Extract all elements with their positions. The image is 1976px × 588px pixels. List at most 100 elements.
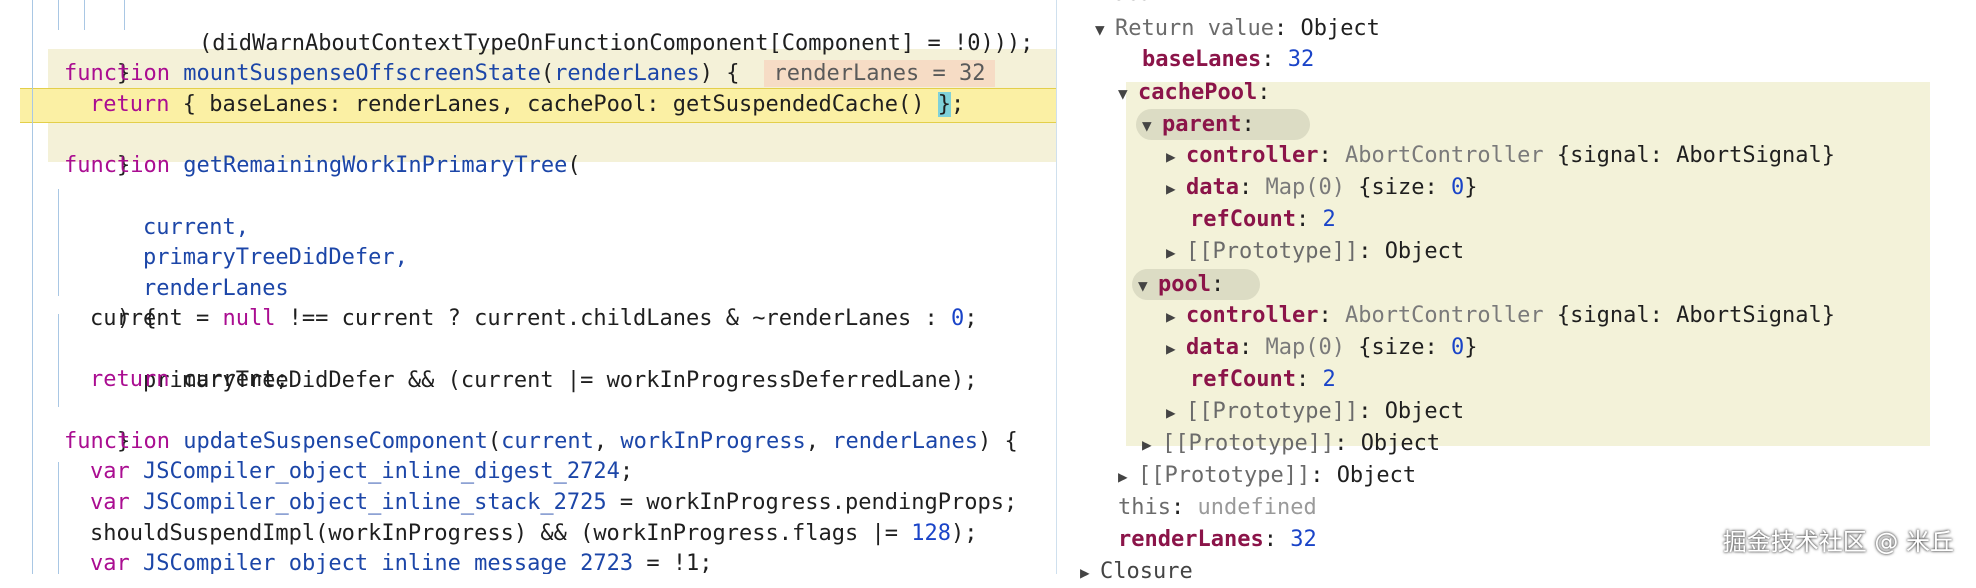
base-lanes-row[interactable]: baseLanes: 32 xyxy=(1142,44,1314,75)
parameter: renderLanes xyxy=(142,276,289,301)
scope-value: {size: xyxy=(1344,175,1451,200)
scope-key: [[Prototype]] xyxy=(1138,463,1311,488)
pool-row[interactable]: ▼ pool: xyxy=(1138,269,1224,300)
parent-row[interactable]: ▼ parent: xyxy=(1142,109,1255,140)
code-line-3[interactable]: function mountSuspenseOffscreenState(ren… xyxy=(64,58,996,89)
triangle-right-icon[interactable]: ▶ xyxy=(1118,461,1138,492)
triangle-down-icon[interactable]: ▼ xyxy=(1138,270,1158,301)
code-line-14[interactable]: } xyxy=(64,395,130,454)
code-text: current = xyxy=(90,306,223,331)
code-line-13[interactable]: return current; xyxy=(90,364,289,395)
code-line-1[interactable]: (didWarnAboutContextTypeOnFunctionCompon… xyxy=(146,0,1033,56)
triangle-right-icon[interactable]: ▶ xyxy=(1142,429,1162,460)
punctuation: ) { xyxy=(977,429,1018,454)
code-line-18[interactable]: shouldSuspendImpl(workInProgress) && (wo… xyxy=(90,518,977,549)
code-text: ; xyxy=(950,92,965,117)
punctuation: , xyxy=(805,429,833,454)
code-text: = workInProgress.pendingProps; xyxy=(606,490,1018,515)
triangle-right-icon[interactable]: ▶ xyxy=(1166,301,1186,332)
code-line-17[interactable]: var JSCompiler_object_inline_stack_2725 … xyxy=(90,487,1017,518)
render-lanes-row[interactable]: renderLanes: 32 xyxy=(1118,524,1317,555)
colon: : xyxy=(1318,143,1345,168)
return-prototype-row[interactable]: ▶ [[Prototype]]: Object xyxy=(1118,460,1416,491)
scope-value: Object xyxy=(1360,431,1441,456)
punctuation: ) { xyxy=(699,61,740,86)
code-line-10[interactable]: ) { xyxy=(64,272,157,331)
indent-guide xyxy=(58,0,59,30)
indent-guide xyxy=(58,462,59,574)
pool-controller-row[interactable]: ▶ controller: AbortController {signal: Ab… xyxy=(1166,300,1835,331)
variable-name: JSCompiler_object_inline_stack_2725 xyxy=(143,490,607,515)
scope-type: Map(0) xyxy=(1265,175,1345,200)
triangle-down-icon[interactable]: ▼ xyxy=(1118,78,1138,109)
colon: : xyxy=(1273,16,1301,41)
colon: : xyxy=(1210,272,1225,297)
triangle-right-icon[interactable]: ▶ xyxy=(1166,397,1186,428)
scope-type: Map(0) xyxy=(1265,335,1345,360)
colon: : xyxy=(1334,431,1361,456)
triangle-right-icon[interactable]: ▶ xyxy=(1166,141,1186,172)
keyword: var xyxy=(90,490,130,515)
triangle-down-icon[interactable]: ▼ xyxy=(1095,14,1115,45)
source-code-pane[interactable]: (didWarnAboutContextTypeOnFunctionCompon… xyxy=(0,0,1057,574)
colon: : xyxy=(1257,80,1271,105)
scope-value: Object xyxy=(1300,16,1380,41)
code-line-19[interactable]: var JSCompiler_object_inline_message_272… xyxy=(90,548,713,574)
indent-guide xyxy=(124,0,125,30)
punctuation: , xyxy=(593,429,621,454)
code-line-6[interactable]: function getRemainingWorkInPrimaryTree( xyxy=(64,150,581,181)
code-line-12[interactable]: primaryTreeDidDefer && (current |= workI… xyxy=(90,334,977,393)
scope-value: 32 xyxy=(1290,527,1317,552)
colon: : xyxy=(1295,367,1323,392)
parent-data-row[interactable]: ▶ data: Map(0) {size: 0} xyxy=(1166,172,1477,203)
cachepool-prototype-row[interactable]: ▶ [[Prototype]]: Object xyxy=(1142,428,1440,459)
parent-prototype-row[interactable]: ▶ [[Prototype]]: Object xyxy=(1166,236,1464,267)
code-line-9[interactable]: renderLanes xyxy=(90,242,289,301)
cache-pool-row[interactable]: ▼ cachePool: xyxy=(1118,77,1270,108)
code-text: current; xyxy=(169,367,289,392)
code-line-7[interactable]: current, xyxy=(90,181,249,240)
pool-refcount-row[interactable]: refCount: 2 xyxy=(1190,364,1336,395)
code-line-2[interactable]: } xyxy=(64,27,130,86)
return-value-row[interactable]: ▼ Return value: Object xyxy=(1095,13,1380,44)
scope-value: Object xyxy=(1336,463,1417,488)
triangle-right-icon[interactable]: ▶ xyxy=(1080,557,1100,588)
scope-key: cachePool xyxy=(1138,80,1258,105)
code-line-8[interactable]: primaryTreeDidDefer, xyxy=(90,211,408,270)
code-line-15[interactable]: function updateSuspenseComponent(current… xyxy=(64,426,1018,457)
triangle-right-icon[interactable]: ▶ xyxy=(1166,333,1186,364)
code-line-5[interactable]: } xyxy=(64,119,130,178)
code-line-11[interactable]: current = null !== current ? current.chi… xyxy=(90,303,977,334)
code-text: { baseLanes: renderLanes, cachePool: get… xyxy=(169,92,938,117)
pool-prototype-row[interactable]: ▶ [[Prototype]]: Object xyxy=(1166,396,1464,427)
parent-refcount-row[interactable]: refCount: 2 xyxy=(1190,204,1336,235)
keyword: function xyxy=(64,61,170,86)
local-scope-header[interactable]: Local xyxy=(1099,0,1165,9)
colon: : xyxy=(1170,495,1198,520)
triangle-down-icon[interactable]: ▼ xyxy=(1142,110,1162,141)
function-name: mountSuspenseOffscreenState xyxy=(183,61,541,86)
scope-key: data xyxy=(1186,335,1239,360)
scope-key: controller xyxy=(1186,303,1319,328)
scope-value: {signal: AbortSignal} xyxy=(1543,303,1836,328)
function-name: updateSuspenseComponent xyxy=(183,429,488,454)
pool-data-row[interactable]: ▶ data: Map(0) {size: 0} xyxy=(1166,332,1477,363)
scope-value: Object xyxy=(1384,399,1465,424)
triangle-right-icon[interactable]: ▶ xyxy=(1166,237,1186,268)
colon: : xyxy=(1263,527,1291,552)
scope-value: 2 xyxy=(1322,367,1336,392)
this-row[interactable]: this: undefined xyxy=(1118,492,1317,523)
parent-controller-row[interactable]: ▶ controller: AbortController {signal: Ab… xyxy=(1166,140,1835,171)
code-line-4[interactable]: return { baseLanes: renderLanes, cachePo… xyxy=(90,89,964,120)
code-line-16[interactable]: var JSCompiler_object_inline_digest_2724… xyxy=(90,456,633,487)
keyword: function xyxy=(64,429,170,454)
scope-key: [[Prototype]] xyxy=(1186,239,1359,264)
scope-number: 0 xyxy=(1450,175,1465,200)
code-text: (didWarnAboutContextTypeOnFunctionCompon… xyxy=(198,31,1034,56)
code-text: !== current ? current.childLanes & ~rend… xyxy=(275,306,951,331)
triangle-right-icon[interactable]: ▶ xyxy=(1166,173,1186,204)
keyword: var xyxy=(90,551,130,574)
inline-variable-value[interactable]: renderLanes = 32 xyxy=(763,60,996,87)
colon: : xyxy=(1318,303,1345,328)
closure-scope-row[interactable]: ▶ Closure xyxy=(1080,556,1193,587)
